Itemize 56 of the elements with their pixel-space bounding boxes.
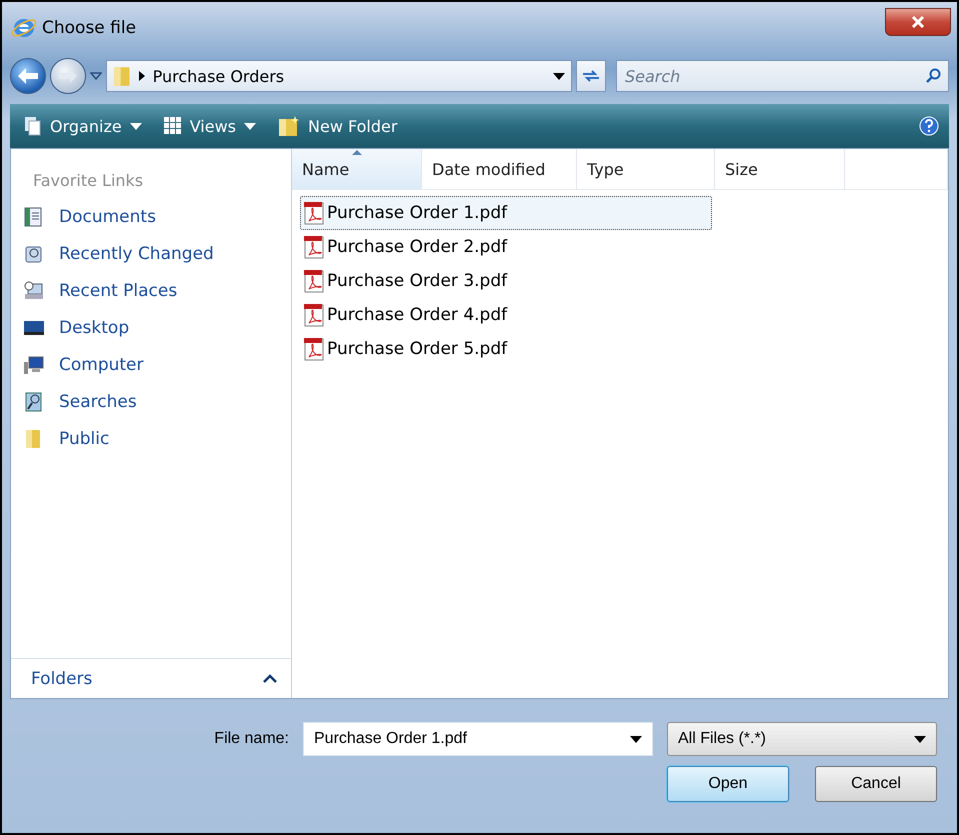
pdf-file-icon [303,303,325,327]
refresh-button[interactable] [576,60,606,92]
grid-icon [164,117,182,135]
toolbar-menu-button[interactable]: Views [160,114,260,138]
dropdown-caret-icon [914,736,926,742]
pdf-file-icon [303,269,325,293]
sort-arrow-icon [352,149,362,155]
sidebar-link[interactable]: Desktop [11,309,291,346]
new-folder-icon [278,115,300,137]
pdf-file-icon [303,235,325,259]
sidebar-link[interactable]: Recently Changed [11,235,291,272]
toolbar-menu-button[interactable]: Organize [20,114,146,138]
file-row[interactable]: Purchase Order 1.pdf [300,196,712,230]
pdf-file-icon [303,337,325,361]
file-type-dropdown[interactable]: All Files (*.*) [667,722,937,756]
dropdown-caret-icon [130,122,142,130]
history-caret-icon[interactable] [90,72,102,80]
chevron-up-icon [263,674,277,683]
new-folder-button[interactable]: New Folder [274,113,402,139]
help-icon[interactable] [919,116,939,136]
back-arrow-icon [18,68,38,84]
forward-button[interactable] [50,58,86,94]
sidebar-link[interactable]: Public [11,420,291,457]
search-field[interactable]: Search [616,60,949,92]
dropdown-caret-icon [244,122,256,130]
file-name-field[interactable]: Purchase Order 1.pdf [303,722,653,756]
column-header[interactable]: Name [292,149,422,189]
pdf-file-icon [303,201,325,225]
sidebar-link[interactable]: Searches [11,383,291,420]
back-button[interactable] [10,58,46,94]
sidebar-header: Favorite Links [32,170,144,192]
file-row[interactable]: Purchase Order 4.pdf [300,298,510,332]
places-icon [23,280,45,302]
breadcrumb-arrow-icon [138,71,145,81]
file-name-label: File name: [214,730,289,748]
file-row[interactable]: Purchase Order 2.pdf [300,230,510,264]
dropdown-caret-icon [553,72,565,80]
sidebar-link[interactable]: Documents [11,198,291,235]
sidebar-link[interactable]: Computer [11,346,291,383]
close-icon [911,16,925,28]
address-bar[interactable]: Purchase Orders [106,60,572,92]
close-button[interactable] [885,8,951,36]
folder-icon [113,65,131,87]
file-row[interactable]: Purchase Order 5.pdf [300,332,510,366]
browser-logo-icon [12,16,36,40]
search-icon [925,68,941,84]
forward-arrow-icon [59,69,77,83]
sidebar-link[interactable]: Recent Places [11,272,291,309]
open-button[interactable]: Open [667,766,789,802]
dropdown-caret-icon [630,736,642,742]
refresh-arrows-icon [581,68,601,84]
computer-icon [23,354,45,376]
window-title: Choose file [42,18,136,38]
file-row[interactable]: Purchase Order 3.pdf [300,264,510,298]
pages-icon [24,116,42,136]
cancel-button[interactable]: Cancel [815,766,937,802]
